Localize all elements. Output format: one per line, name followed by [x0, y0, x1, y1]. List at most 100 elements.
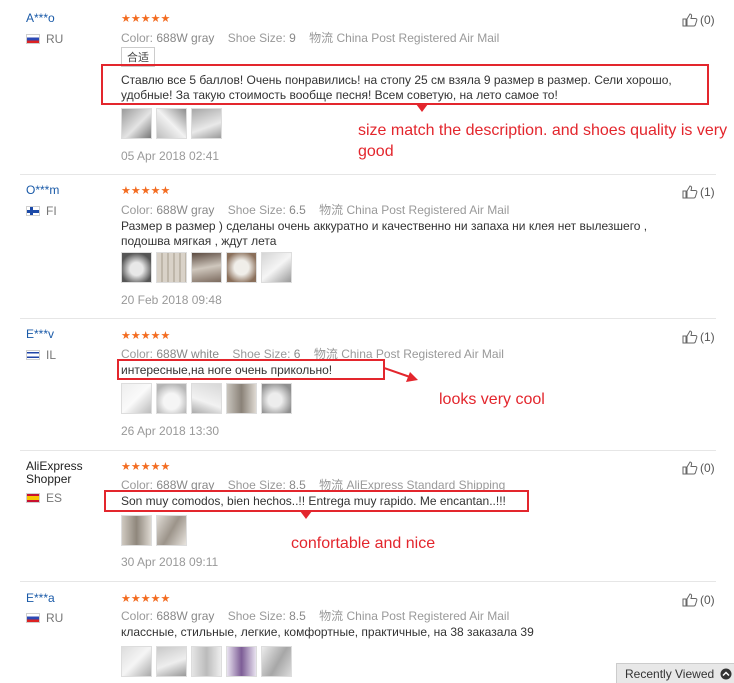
color-label: Color:: [121, 203, 154, 217]
thumbs-up-icon: [682, 185, 698, 199]
divider: [20, 174, 716, 175]
shipping-label: 物流: [319, 203, 344, 217]
country-code: FI: [46, 204, 57, 218]
chevron-up-icon: [720, 668, 732, 679]
divider: [20, 581, 716, 582]
divider: [20, 318, 716, 319]
review-photo-thumbnail[interactable]: [191, 252, 222, 283]
shipping-label: 物流: [309, 31, 334, 45]
helpful-button[interactable]: (0): [682, 13, 715, 27]
review-photo-thumbnail[interactable]: [156, 383, 187, 414]
star-rating: ★★★★★: [121, 185, 171, 197]
review-photo-thumbnail[interactable]: [261, 252, 292, 283]
arrow-icon: [300, 511, 312, 519]
review-photo-thumbnail[interactable]: [226, 383, 257, 414]
size-value: 9: [289, 31, 296, 45]
star-rating: ★★★★★: [121, 330, 171, 342]
star-rating: ★★★★★: [121, 13, 171, 25]
order-info: Color: 688W gray Shoe Size: 9 物流 China P…: [121, 29, 499, 46]
reviewer-name: AliExpress Shopper: [26, 459, 83, 486]
reviewer-country: ES: [26, 491, 62, 505]
helpful-count: (0): [700, 13, 715, 27]
recently-viewed-label: Recently Viewed: [625, 666, 715, 681]
size-value: 6.5: [289, 203, 306, 217]
divider: [20, 450, 716, 451]
star-rating: ★★★★★: [121, 593, 171, 605]
highlight-box: [101, 64, 709, 105]
review-date: 05 Apr 2018 02:41: [121, 149, 220, 163]
helpful-count: (1): [700, 330, 715, 344]
review-photo-thumbnail[interactable]: [156, 646, 187, 677]
review-photo-thumbnail[interactable]: [226, 252, 257, 283]
review-text: Размер в размер ) сделаны очень аккуратн…: [121, 219, 648, 248]
helpful-button[interactable]: (1): [682, 185, 715, 199]
recently-viewed-tab[interactable]: Recently Viewed: [616, 663, 734, 683]
country-code: RU: [46, 611, 64, 625]
reviewer-country: RU: [26, 611, 63, 625]
reviewer-country: FI: [26, 204, 57, 218]
reviewer-name[interactable]: E***v: [26, 328, 54, 341]
russia-flag-icon: [26, 613, 40, 623]
shipping-label: 物流: [319, 609, 344, 623]
review-photo-thumbnail[interactable]: [121, 383, 152, 414]
review-photo-thumbnail[interactable]: [261, 383, 292, 414]
review-photos: [121, 252, 292, 283]
review-photo-thumbnail[interactable]: [191, 383, 222, 414]
review-photo-thumbnail[interactable]: [121, 515, 152, 546]
review-photo-thumbnail[interactable]: [156, 252, 187, 283]
russia-flag-icon: [26, 34, 40, 44]
shipping-value: China Post Registered Air Mail: [336, 31, 500, 45]
color-label: Color:: [121, 609, 154, 623]
annotation-text: size match the description. and shoes qu…: [358, 122, 728, 160]
helpful-button[interactable]: (1): [682, 330, 715, 344]
order-info: Color: 688W gray Shoe Size: 6.5 物流 China…: [121, 201, 509, 218]
reviewer-name[interactable]: E***a: [26, 592, 55, 605]
review-photos: [121, 646, 292, 677]
review-photo-thumbnail[interactable]: [121, 252, 152, 283]
review-photo-thumbnail[interactable]: [191, 646, 222, 677]
annotation-text: confortable and nice: [291, 535, 436, 552]
review-photo-thumbnail[interactable]: [191, 108, 222, 139]
arrow-icon: [384, 367, 418, 382]
arrow-icon: [416, 104, 428, 112]
reviewer-name[interactable]: A***o: [26, 12, 55, 25]
review-photo-thumbnail[interactable]: [121, 646, 152, 677]
israel-flag-icon: [26, 350, 40, 360]
thumbs-up-icon: [682, 593, 698, 607]
review-photos: [121, 383, 292, 414]
color-value: 688W gray: [156, 609, 215, 623]
color-value: 688W gray: [156, 31, 215, 45]
country-code: IL: [46, 348, 57, 362]
review-date: 30 Apr 2018 09:11: [121, 555, 219, 569]
review-photos: [121, 515, 187, 546]
shipping-value: China Post Registered Air Mail: [346, 203, 510, 217]
finland-flag-icon: [26, 206, 40, 216]
reviewer-name[interactable]: O***m: [26, 184, 59, 197]
review-photo-thumbnail[interactable]: [121, 108, 152, 139]
helpful-count: (0): [700, 461, 715, 475]
size-value: 8.5: [289, 609, 306, 623]
review-photo-thumbnail[interactable]: [156, 515, 187, 546]
review-photo-thumbnail[interactable]: [226, 646, 257, 677]
size-label: Shoe Size:: [227, 31, 286, 45]
helpful-count: (1): [700, 185, 715, 199]
color-value: 688W gray: [156, 203, 215, 217]
review-photo-thumbnail[interactable]: [261, 646, 292, 677]
annotation-text: looks very cool: [439, 391, 545, 408]
reviewer-country: RU: [26, 32, 63, 46]
helpful-button[interactable]: (0): [682, 461, 715, 475]
star-rating: ★★★★★: [121, 461, 171, 473]
review-photos: [121, 108, 222, 139]
thumbs-up-icon: [682, 330, 698, 344]
thumbs-up-icon: [682, 13, 698, 27]
review-text: классные, стильные, легкие, комфортные, …: [121, 625, 534, 639]
highlight-box: [104, 490, 529, 512]
shipping-value: China Post Registered Air Mail: [346, 609, 510, 623]
review-photo-thumbnail[interactable]: [156, 108, 187, 139]
helpful-button[interactable]: (0): [682, 593, 715, 607]
highlight-box: [117, 359, 385, 380]
country-code: ES: [46, 491, 63, 505]
helpful-count: (0): [700, 593, 715, 607]
country-code: RU: [46, 32, 64, 46]
reviewer-country: IL: [26, 348, 56, 362]
